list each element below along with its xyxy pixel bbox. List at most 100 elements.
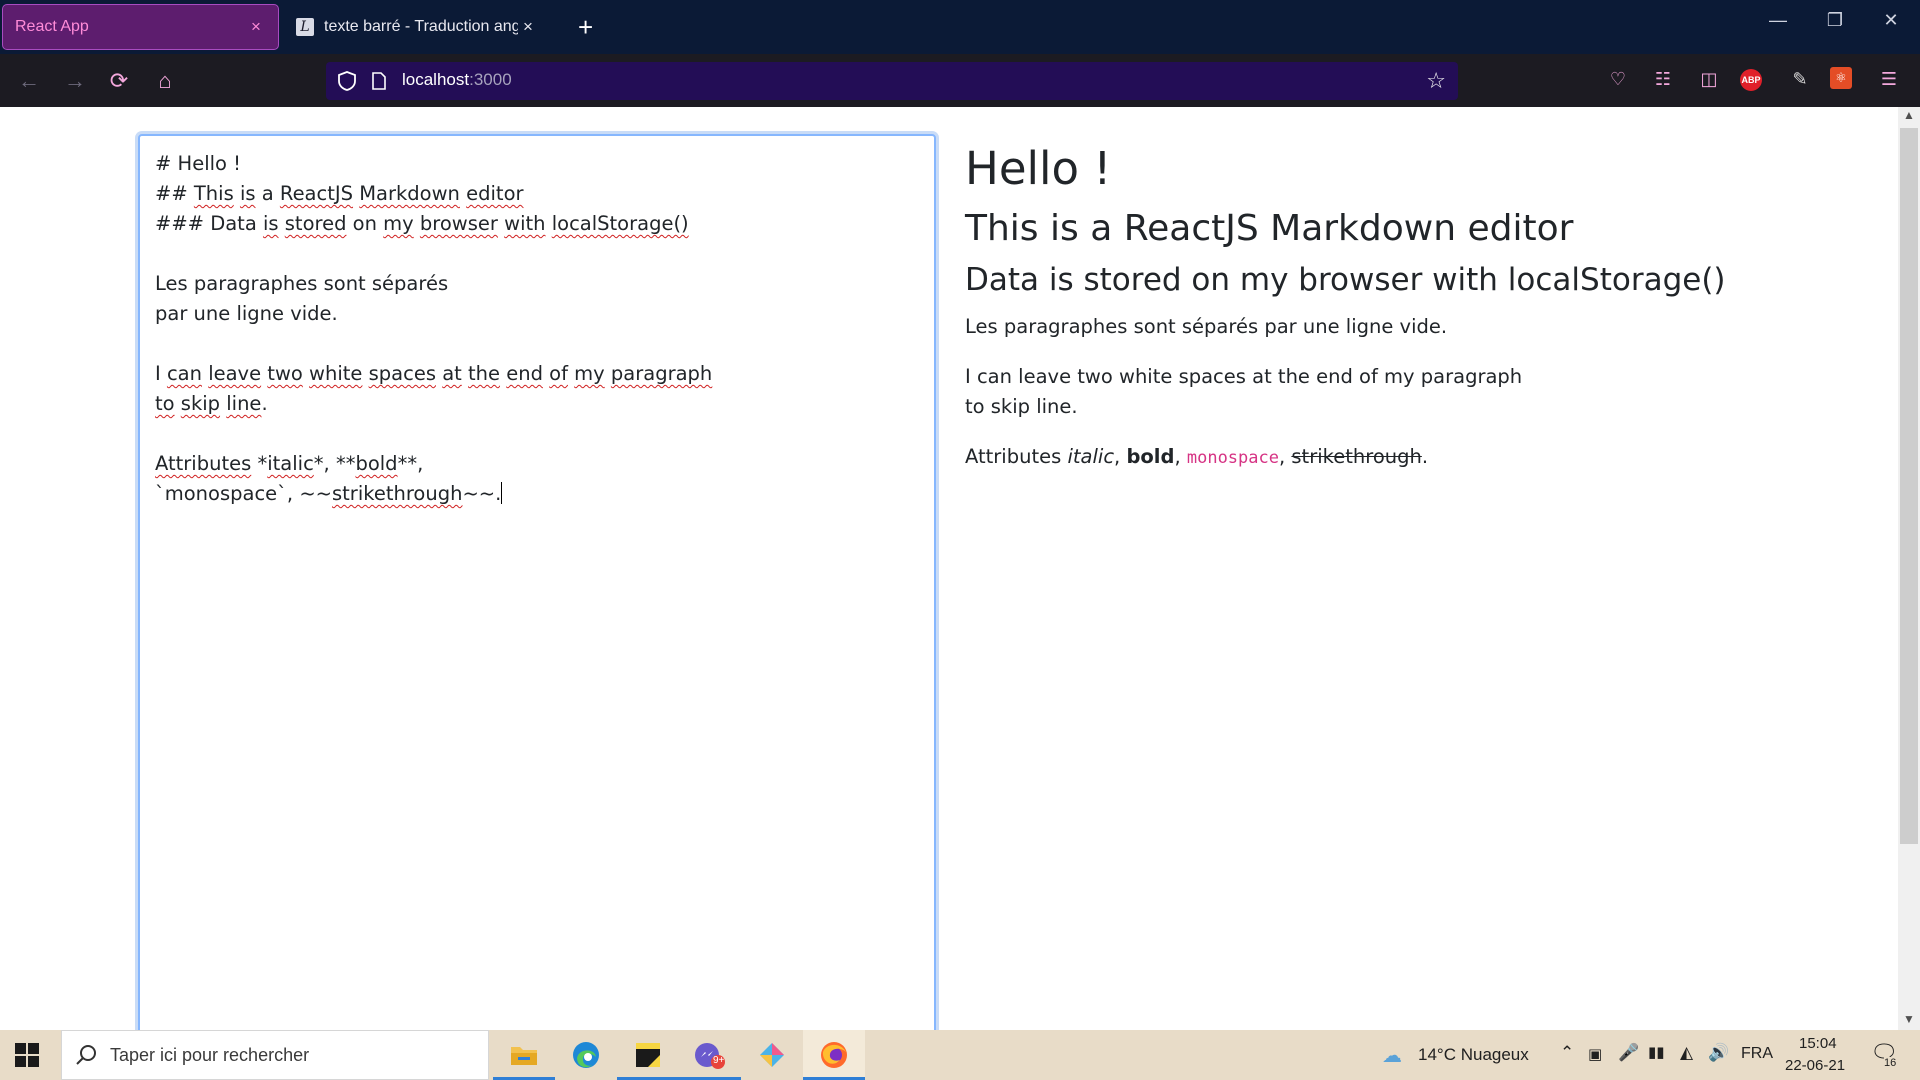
scroll-up-icon[interactable]: ▲ — [1900, 108, 1918, 122]
minimize-icon[interactable]: — — [1758, 10, 1798, 31]
spell-marked-text: skip — [180, 392, 221, 415]
spell-marked-text: line — [226, 392, 262, 415]
taskbar-messenger[interactable]: 9+ — [679, 1030, 741, 1080]
editor-line: par une ligne vide. — [155, 299, 919, 329]
search-placeholder: Taper ici pour rechercher — [110, 1045, 310, 1065]
adblock-plus-icon[interactable]: ABP — [1740, 69, 1762, 91]
spell-marked-text: the — [468, 362, 501, 385]
editor-line: to skip line. — [155, 392, 268, 415]
tab-title: texte barré - Traduction anglaise — [324, 18, 518, 35]
preview-line: to skip line. — [965, 395, 1078, 418]
spell-marked-text: Markdown — [359, 182, 460, 205]
preview-attributes-paragraph: Attributes italic, bold, monospace, stri… — [965, 442, 1865, 473]
tracking-protection-shield-icon[interactable] — [336, 70, 358, 92]
cloud-weather-icon[interactable]: ☁ — [1382, 1043, 1402, 1068]
taskbar-search-input[interactable]: Taper ici pour rechercher — [61, 1030, 489, 1080]
spell-marked-text: is — [262, 212, 279, 235]
markdown-preview: Hello ! This is a ReactJS Markdown edito… — [965, 134, 1865, 493]
spell-marked-text: localStorage() — [551, 212, 689, 235]
restore-icon[interactable]: ❐ — [1815, 10, 1855, 31]
spell-marked-text: leave — [208, 362, 262, 385]
windows-start-icon[interactable] — [14, 1042, 40, 1068]
editor-line: ### Data is stored on my browser with lo… — [155, 212, 689, 235]
reload-icon[interactable]: ⟳ — [104, 66, 134, 96]
monospace-text: monospace — [1186, 448, 1279, 468]
taskbar-edge[interactable] — [555, 1030, 617, 1080]
bookmark-star-icon[interactable]: ☆ — [1426, 68, 1446, 94]
attributes-label: Attributes — [965, 445, 1068, 468]
folder-icon — [511, 1047, 537, 1065]
weather-text[interactable]: 14°C Nuageux — [1418, 1045, 1529, 1065]
microphone-icon[interactable]: 🎤 — [1618, 1043, 1639, 1063]
strikethrough-text: strikethrough — [1291, 445, 1422, 468]
volume-icon[interactable]: 🔊 — [1708, 1043, 1729, 1063]
scroll-down-icon[interactable]: ▼ — [1900, 1012, 1918, 1026]
taskbar-firefox[interactable] — [803, 1030, 865, 1080]
spell-marked-text: my — [574, 362, 605, 385]
close-window-icon[interactable]: ✕ — [1871, 10, 1911, 31]
spell-marked-text: end — [506, 362, 543, 385]
back-icon[interactable]: ← — [14, 66, 44, 96]
sidebar-icon[interactable]: ◫ — [1694, 64, 1724, 94]
close-tab-icon[interactable]: × — [518, 17, 538, 37]
home-icon[interactable]: ⌂ — [150, 66, 180, 96]
url-bar[interactable]: localhost:3000 ☆ — [326, 62, 1458, 100]
preview-h3: Data is stored on my browser with localS… — [965, 262, 1726, 298]
spell-marked-text: italic — [267, 452, 314, 475]
spell-marked-text: with — [504, 212, 546, 235]
taskbar-sticky-notes[interactable] — [617, 1030, 679, 1080]
url-port: :3000 — [469, 70, 512, 89]
notification-count: 16 — [1884, 1057, 1897, 1069]
separator: , — [1278, 445, 1292, 468]
editor-line: ## This is a ReactJS Markdown editor — [155, 182, 524, 205]
sticky-notes-icon — [636, 1043, 660, 1067]
spell-marked-text: ReactJS — [279, 182, 354, 205]
editor-line-text: # Hello ! — [155, 152, 241, 175]
pocket-icon[interactable]: ♡ — [1603, 64, 1633, 94]
spell-marked-text: Attributes — [155, 452, 252, 475]
forward-icon[interactable]: → — [60, 66, 90, 96]
clock-time[interactable]: 15:04 — [1799, 1035, 1837, 1052]
spell-marked-text: editor — [466, 182, 524, 205]
menu-icon[interactable]: ☰ — [1874, 64, 1904, 94]
editor-line: I can leave two white spaces at the end … — [155, 362, 713, 385]
spell-marked-text: bold — [355, 452, 398, 475]
linguee-favicon-icon: L — [296, 18, 314, 36]
spell-marked-text: at — [442, 362, 462, 385]
new-tab-button[interactable]: + — [578, 12, 593, 42]
library-icon[interactable]: ☷ — [1648, 64, 1678, 94]
editor-line: `monospace`, ~~strikethrough~~. — [155, 482, 503, 505]
markdown-editor-textarea[interactable]: # Hello ! ## This is a ReactJS Markdown … — [138, 134, 936, 1054]
meet-now-icon[interactable]: ▣ — [1588, 1045, 1602, 1063]
firefox-icon — [821, 1042, 847, 1068]
page-info-icon[interactable] — [370, 71, 388, 91]
tab-react-app[interactable]: React App × — [2, 4, 279, 50]
colorful-kite-icon — [760, 1043, 784, 1067]
language-indicator[interactable]: FRA — [1741, 1045, 1773, 1063]
wifi-icon[interactable]: ◭ — [1680, 1043, 1693, 1063]
scrollbar-thumb[interactable] — [1900, 128, 1918, 844]
tab-title: React App — [15, 18, 89, 35]
show-hidden-icons-icon[interactable]: ⌃ — [1560, 1043, 1574, 1063]
period: . — [1421, 445, 1429, 468]
clock-date[interactable]: 22-06-21 — [1785, 1057, 1845, 1074]
taskbar-file-explorer[interactable] — [493, 1030, 555, 1080]
system-tray: ☁ 14°C Nuageux ⌃ ▣ 🎤 ▮▮ ◭ 🔊 FRA 15:04 22… — [1370, 1030, 1920, 1080]
separator: , — [1114, 445, 1127, 468]
pen-extension-icon[interactable]: ✎ — [1785, 64, 1815, 94]
taskbar-app-kite[interactable] — [741, 1030, 803, 1080]
extension-icon[interactable]: ⚛ — [1830, 67, 1852, 89]
tab-translation[interactable]: L texte barré - Traduction anglaise × — [284, 4, 550, 50]
close-tab-icon[interactable]: × — [246, 17, 266, 37]
preview-h1: Hello ! — [965, 142, 1112, 195]
preview-paragraph: Les paragraphes sont séparés par une lig… — [965, 315, 1448, 338]
tab-strip: React App × L texte barré - Traduction a… — [0, 0, 1920, 54]
preview-paragraph: I can leave two white spaces at the end … — [965, 362, 1865, 422]
spell-marked-text: paragraph — [610, 362, 713, 385]
editor-line: Attributes *italic*, **bold**, — [155, 452, 424, 475]
spell-marked-text: spaces — [368, 362, 436, 385]
url-text[interactable]: localhost:3000 — [402, 70, 512, 90]
battery-icon[interactable]: ▮▮ — [1648, 1043, 1665, 1061]
